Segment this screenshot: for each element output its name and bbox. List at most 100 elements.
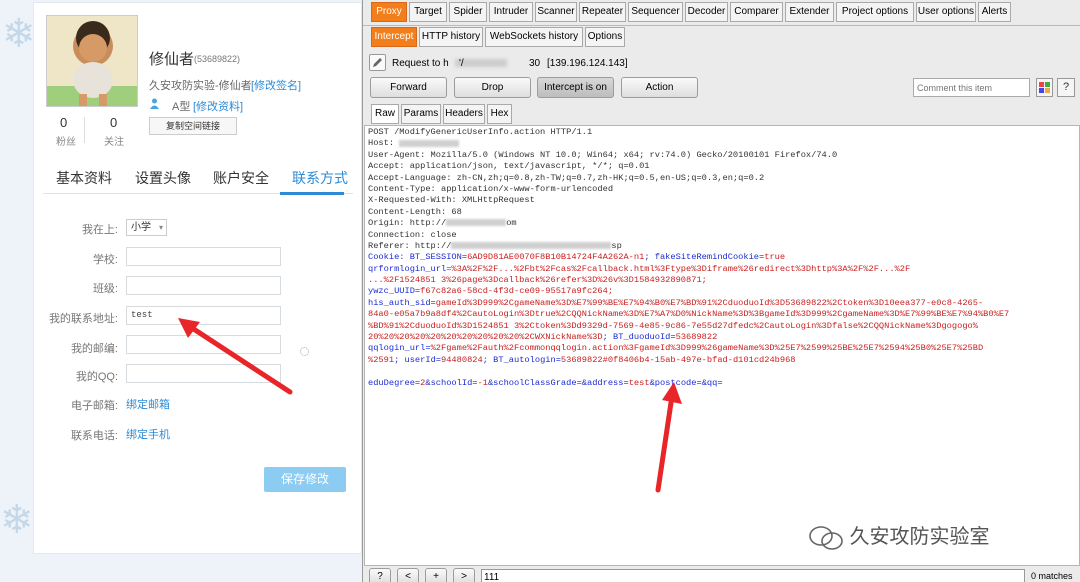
body-line: eduDegree=2&schoolId=-1&schoolClassGrade… bbox=[368, 377, 723, 388]
header-line: Host: bbox=[368, 138, 1076, 149]
address-label: 我的联系地址: bbox=[48, 313, 118, 325]
tool-tab-alerts[interactable]: Alerts bbox=[978, 2, 1011, 22]
bind-phone-link[interactable]: 绑定手机 bbox=[126, 426, 170, 442]
follow-count: 0 bbox=[110, 115, 118, 130]
redacted bbox=[446, 219, 507, 227]
search-help-button[interactable]: ? bbox=[369, 568, 391, 582]
raw-request-editor[interactable]: POST /ModifyGenericUserInfo.action HTTP/… bbox=[364, 125, 1080, 566]
cookie-line: Cookie: BT_SESSION=6AD9D81AE0070F8B10B14… bbox=[368, 252, 786, 263]
tool-tab-sequencer[interactable]: Sequencer bbox=[628, 2, 683, 22]
email-label: 电子邮箱: bbox=[70, 400, 118, 412]
tool-tab-repeater[interactable]: Repeater bbox=[579, 2, 626, 22]
request-target-prefix: Request to h bbox=[392, 58, 449, 69]
qq-label: 我的QQ: bbox=[75, 371, 118, 383]
cookie-line: his_auth_sid=gameId%3D999%2CgameName%3D%… bbox=[368, 297, 984, 308]
redacted bbox=[451, 242, 612, 250]
postcode-label: 我的邮编: bbox=[70, 343, 118, 355]
save-button[interactable]: 保存修改 bbox=[264, 467, 346, 492]
intercept-toggle-button[interactable]: Intercept is on bbox=[537, 77, 614, 98]
edit-pencil-icon[interactable] bbox=[369, 54, 386, 71]
highlight-color-picker-icon[interactable] bbox=[1036, 78, 1053, 97]
qq-number: (53689822) bbox=[194, 54, 241, 64]
tool-tab-scanner[interactable]: Scanner bbox=[535, 2, 577, 22]
edit-info-link[interactable]: [修改资料] bbox=[193, 98, 243, 114]
education-select[interactable]: 小学 ▾ bbox=[126, 219, 167, 236]
view-tab-hex[interactable]: Hex bbox=[487, 104, 512, 124]
tool-tab-user-options[interactable]: User options bbox=[916, 2, 976, 22]
tool-tab-intruder[interactable]: Intruder bbox=[489, 2, 533, 22]
fans-count: 0 bbox=[60, 115, 68, 130]
header-line: User-Agent: Mozilla/5.0 (Windows NT 10.0… bbox=[368, 149, 838, 160]
divider bbox=[363, 25, 1080, 26]
search-prev-button[interactable]: < bbox=[397, 568, 419, 582]
address-input[interactable]: test bbox=[126, 306, 281, 325]
request-target-ip: [139.196.124.143] bbox=[547, 58, 628, 69]
profile-page: ❄ ❄ 修仙者 (53689822) 久安攻防实验-修仙者 [修改签名] A型 … bbox=[0, 0, 362, 582]
cookie-line: ywzc_UUID=f67c82a6-58cd-4f3d-ce09-95517a… bbox=[368, 286, 614, 297]
blood-type: A型 bbox=[172, 101, 191, 113]
tab-contact[interactable]: 联系方式 bbox=[292, 168, 348, 188]
redacted bbox=[399, 139, 460, 147]
chevron-down-icon: ▾ bbox=[158, 223, 163, 232]
postcode-input[interactable] bbox=[126, 335, 281, 354]
search-input[interactable] bbox=[481, 569, 1025, 582]
subtab-options[interactable]: Options bbox=[585, 27, 625, 47]
action-button[interactable]: Action bbox=[621, 77, 698, 98]
tool-tab-extender[interactable]: Extender bbox=[785, 2, 834, 22]
phone-label: 联系电话: bbox=[70, 430, 118, 442]
cookie-line: ...%2F1524851 3%26page%3Dcallback%26refe… bbox=[368, 275, 707, 286]
forward-button[interactable]: Forward bbox=[370, 77, 447, 98]
class-label: 班级: bbox=[92, 283, 118, 295]
tab-account-security[interactable]: 账户安全 bbox=[213, 168, 269, 188]
tool-tab-project-options[interactable]: Project options bbox=[836, 2, 914, 22]
snowflake-decoration-icon: ❄ bbox=[0, 498, 34, 542]
request-target-sep: '/ bbox=[459, 58, 464, 69]
drop-button[interactable]: Drop bbox=[454, 77, 531, 98]
education-select-value: 小学 bbox=[131, 222, 151, 233]
tab-active-indicator bbox=[280, 192, 344, 195]
search-next-button[interactable]: > bbox=[453, 568, 475, 582]
class-input[interactable] bbox=[126, 276, 281, 295]
edit-signature-link[interactable]: [修改签名] bbox=[251, 77, 301, 93]
header-line: Accept: application/json, text/javascrip… bbox=[368, 161, 650, 172]
tool-tab-comparer[interactable]: Comparer bbox=[730, 2, 783, 22]
watermark-text: 久安攻防实验室 bbox=[849, 526, 990, 548]
copy-space-link-button[interactable]: 复制空间链接 bbox=[149, 117, 237, 135]
view-tab-raw[interactable]: Raw bbox=[371, 104, 399, 124]
comment-input[interactable] bbox=[913, 78, 1030, 97]
view-tab-headers[interactable]: Headers bbox=[443, 104, 485, 124]
tool-tab-spider[interactable]: Spider bbox=[449, 2, 487, 22]
view-tab-params[interactable]: Params bbox=[401, 104, 441, 124]
watermark: 久安攻防实验室 bbox=[808, 520, 990, 551]
follow-label: 关注 bbox=[104, 137, 124, 148]
subtab-intercept[interactable]: Intercept bbox=[371, 27, 417, 47]
cookie-line: qqlogin_url=%2Fgame%2Fauth%2Fcommonqqlog… bbox=[368, 343, 984, 354]
header-line: Referer: http://sp bbox=[368, 240, 622, 251]
school-input[interactable] bbox=[126, 247, 281, 266]
bind-email-link[interactable]: 绑定邮箱 bbox=[126, 396, 170, 412]
tool-tab-target[interactable]: Target bbox=[409, 2, 447, 22]
search-add-button[interactable]: + bbox=[425, 568, 447, 582]
cookie-line: qrformlogin_url=%3A%2F%2F...%2Fbt%2Fcas%… bbox=[368, 263, 911, 274]
cookie-line: %2591; userId=94480824; BT_autologin=536… bbox=[368, 354, 796, 365]
cookie-line: 84a0-e05a7b9a8df4%2CautoLogin%3Dtrue%2CQ… bbox=[368, 309, 1010, 320]
header-line: Connection: close bbox=[368, 229, 457, 240]
cookie-line: %BD%91%2CduoduoId%3D1524851 3%2Ctoken%3D… bbox=[368, 320, 978, 331]
subtab-websockets-history[interactable]: WebSockets history bbox=[485, 27, 583, 47]
tool-tab-decoder[interactable]: Decoder bbox=[685, 2, 728, 22]
header-line: X-Requested-With: XMLHttpRequest bbox=[368, 195, 535, 206]
burp-suite-window: Proxy Target Spider Intruder Scanner Repeater… bbox=[362, 0, 1080, 582]
avatar bbox=[46, 15, 138, 107]
qq-input[interactable] bbox=[126, 364, 281, 383]
request-line: POST /ModifyGenericUserInfo.action HTTP/… bbox=[368, 127, 593, 137]
username: 修仙者 bbox=[149, 51, 195, 68]
tab-basic-info[interactable]: 基本资料 bbox=[56, 168, 112, 188]
tool-tab-proxy[interactable]: Proxy bbox=[371, 2, 407, 22]
subtab-http-history[interactable]: HTTP history bbox=[419, 27, 483, 47]
tab-set-avatar[interactable]: 设置头像 bbox=[135, 168, 191, 188]
header-line: Content-Length: 68 bbox=[368, 206, 462, 217]
cookie-line: 20%20%20%20%20%20%20%20%20%20%2CWXNickNa… bbox=[368, 332, 718, 343]
help-button[interactable]: ? bbox=[1057, 78, 1075, 97]
school-label: 学校: bbox=[92, 254, 118, 266]
